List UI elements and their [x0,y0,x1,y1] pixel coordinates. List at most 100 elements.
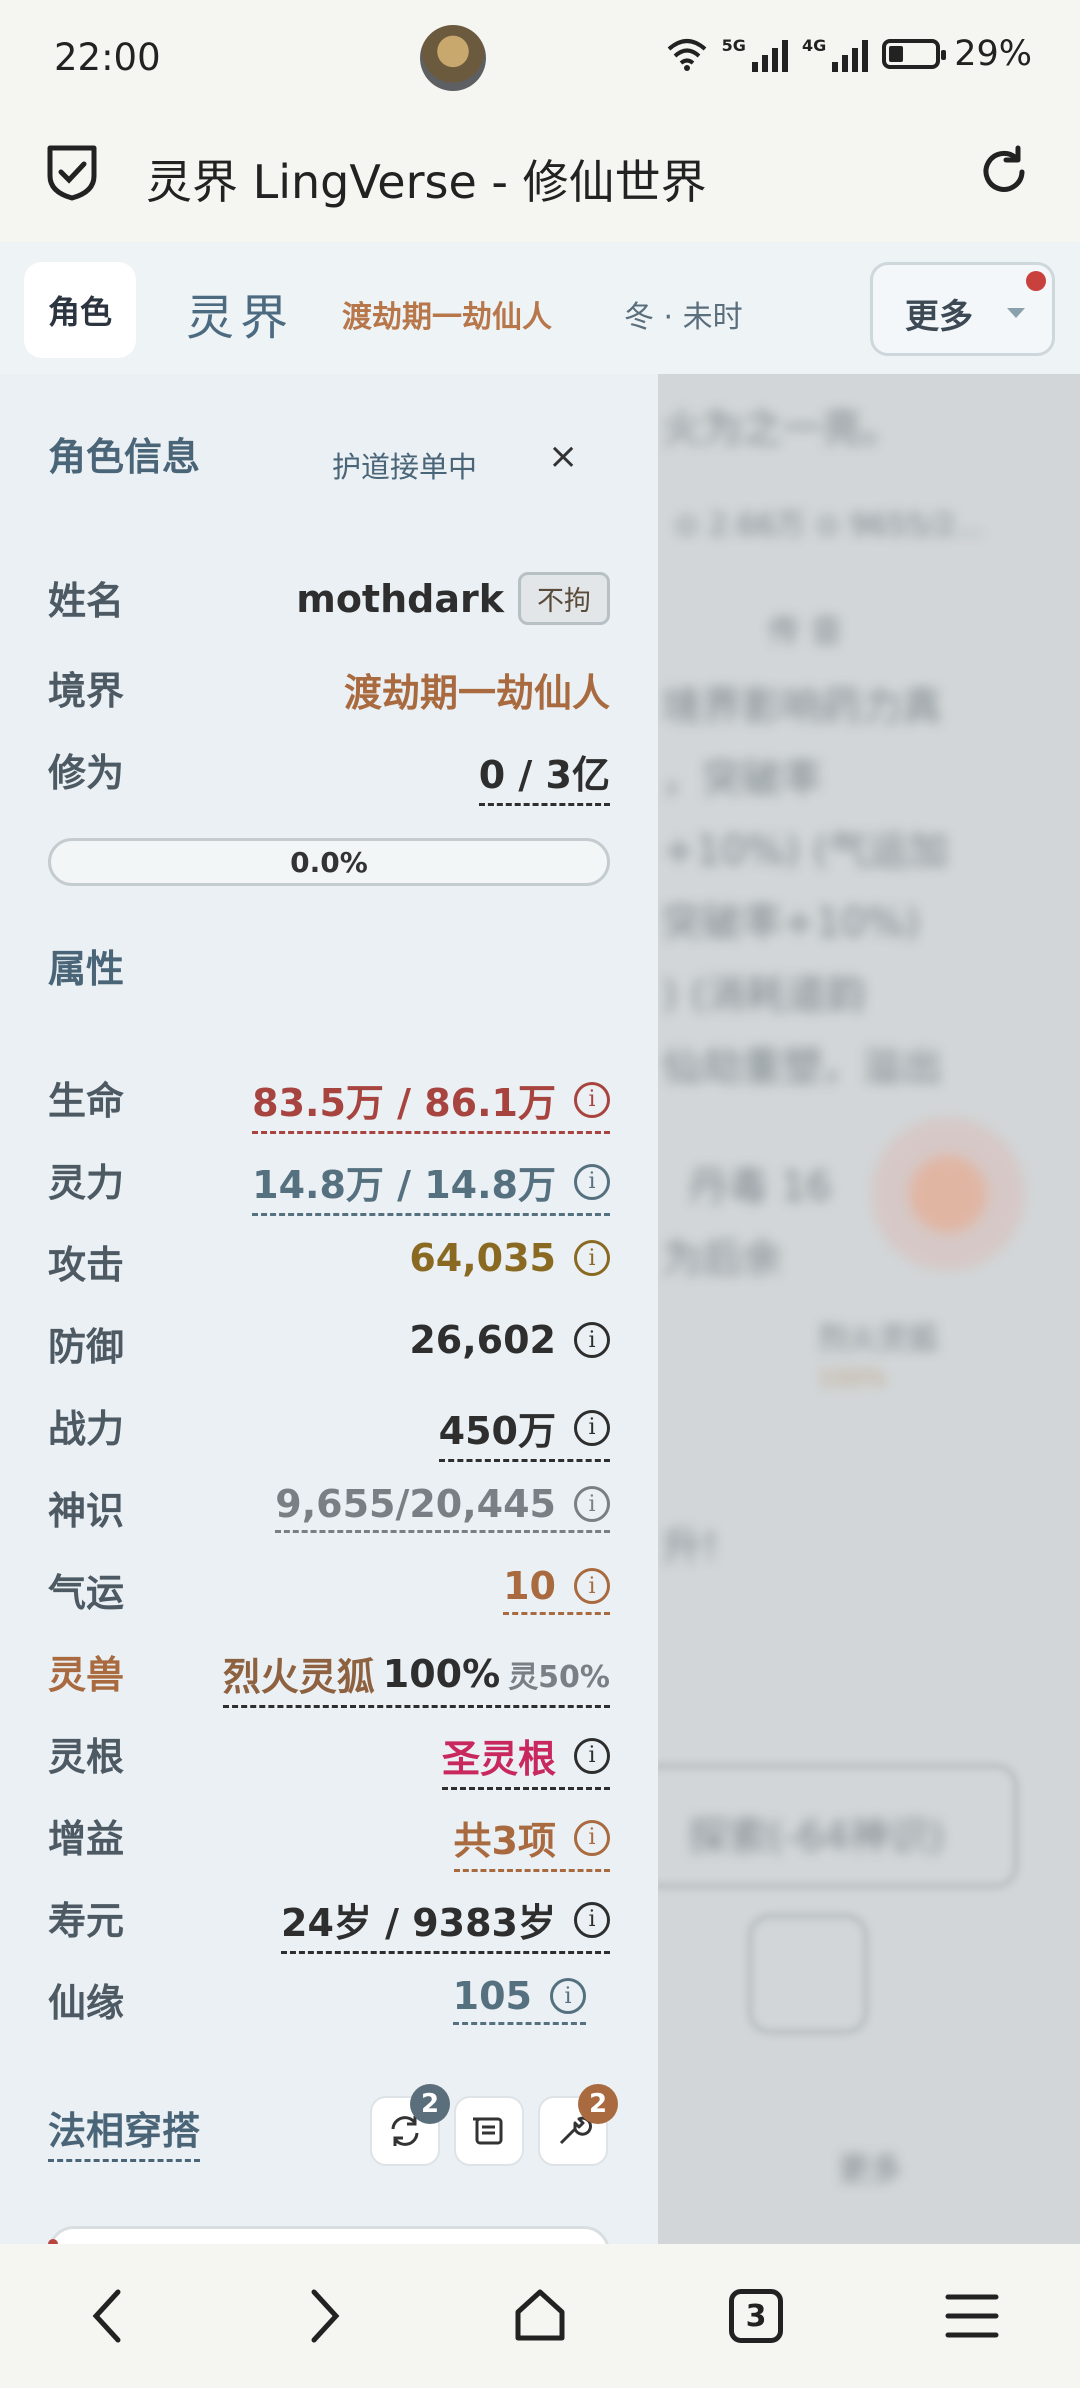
name-badge[interactable]: 不拘 [518,572,610,625]
root-value-link[interactable]: 圣灵根 i [441,1728,610,1790]
info-icon[interactable]: i [574,1737,610,1774]
info-icon[interactable]: i [550,1978,586,2014]
tab-role[interactable]: 角色 [24,262,136,358]
realm-value: 渡劫期一劫仙人 [343,671,610,715]
row-buff: 增益 共3项 i [48,1808,610,1872]
sense-label: 神识 [48,1489,125,1533]
more-button[interactable]: 更多 [870,262,1055,356]
faxiang-title[interactable]: 法相穿搭 [48,2100,201,2162]
back-button[interactable] [68,2276,148,2356]
page-title[interactable]: 灵界 LingVerse - 修仙世界 [146,146,707,212]
pet-label: 灵兽 [48,1653,125,1697]
bg-text: 为后余 [662,1236,782,1282]
info-icon[interactable]: i [574,1163,610,1200]
name-label: 姓名 [48,579,125,623]
pet-extra: 灵50% [508,1659,610,1695]
status-icons: 5G 4G 29% [666,34,1032,74]
life-label: 寿元 [48,1899,125,1943]
reload-icon[interactable] [974,142,1034,202]
row-name: 姓名 mothdark 不拘 [48,570,610,630]
life-value-link[interactable]: 24岁 / 9383岁 i [281,1892,610,1954]
row-realm: 境界 渡劫期一劫仙人 [48,660,610,720]
tabs-button[interactable]: 3 [716,2276,796,2356]
wifi-icon [667,39,706,71]
info-icon[interactable]: i [574,1409,610,1446]
bg-text: +10%) (气运加 [662,828,949,874]
signal1-label: 5G [721,36,746,55]
bg-text: 升! [662,1524,719,1570]
nav-realm: 渡劫期一劫仙人 [342,300,552,335]
bg-text: ，突破率 [662,756,822,802]
home-icon [515,2289,565,2341]
shield-check-icon[interactable] [44,142,100,202]
progress-text: 0.0% [290,845,368,879]
luck-value: 10 [503,1564,556,1608]
swap-button[interactable]: 2 [370,2084,450,2166]
sense-value-link[interactable]: 9,655/20,445 i [275,1482,610,1533]
cultivation-value[interactable]: 0 / 3亿 [478,744,610,806]
buff-value-link[interactable]: 共3项 i [453,1810,610,1872]
buff-label: 增益 [48,1817,125,1861]
row-atk: 攻击 64,035 i [48,1234,610,1294]
hamburger-menu-icon [945,2294,999,2338]
mp-value-link[interactable]: 14.8万 / 14.8万 i [252,1154,610,1216]
hp-value-link[interactable]: 83.5万 / 86.1万 i [252,1072,610,1134]
def-label: 防御 [48,1325,125,1369]
pet-image-icon [858,1104,1038,1284]
power-value-link[interactable]: 450万 i [438,1400,610,1462]
info-icon[interactable]: i [574,1819,610,1856]
row-life: 寿元 24岁 / 9383岁 i [48,1890,610,1954]
bg-text: 传 音 [768,612,843,650]
bg-text: 火为之一亮。 [662,406,902,452]
life-value: 24岁 / 9383岁 [281,1901,556,1945]
row-power: 战力 450万 i [48,1398,610,1462]
power-value: 450万 [438,1409,556,1453]
info-icon[interactable]: i [574,1240,610,1276]
info-icon[interactable]: i [574,1486,610,1522]
browser-bottom-nav: 3 [0,2244,1080,2388]
root-label: 灵根 [48,1735,125,1779]
pet-name: 烈火灵狐 [222,1655,375,1699]
mp-value: 14.8万 / 14.8万 [252,1163,556,1207]
info-icon[interactable]: i [574,1081,610,1118]
close-button[interactable]: × [548,436,578,477]
row-luck: 气运 10 i [48,1562,610,1622]
app-top-nav: 角色 灵界 渡劫期一劫仙人 冬 · 未时 更多 [0,242,1080,374]
bg-text: 境界影响药力真 [662,684,942,730]
character-panel: 角色信息 护道接单中 × 姓名 mothdark 不拘 境界 渡劫期一劫仙人 修… [0,374,658,2244]
info-icon[interactable]: i [574,1901,610,1938]
pet-value-link[interactable]: 烈火灵狐 100% 灵50% [222,1646,610,1708]
forward-button[interactable] [284,2276,364,2356]
row-cultivation: 修为 0 / 3亿 [48,742,610,806]
row-root: 灵根 圣灵根 i [48,1726,610,1790]
scroll-button[interactable] [454,2096,524,2166]
scroll-icon [473,2117,503,2145]
tools-count: 2 [578,2084,618,2124]
info-icon[interactable]: i [574,1568,610,1604]
battery-icon [882,39,947,69]
row-def: 防御 26,602 i [48,1316,610,1376]
bg-text: 仙劫重塑，溢出 [662,1044,942,1090]
menu-button[interactable] [932,2276,1012,2356]
cell-signal-4g-icon: 4G [801,36,869,72]
bg-icon-button [748,1914,868,2034]
info-icon[interactable]: i [574,1322,610,1358]
fate-value-link[interactable]: 105 i [452,1974,586,2025]
row-hp: 生命 83.5万 / 86.1万 i [48,1070,610,1134]
status-bar: 22:00 5G 4G 29% [0,0,1080,118]
attributes-title: 属性 [48,947,125,991]
signal2-label: 4G [801,36,827,55]
status-time: 22:00 [54,36,161,79]
buff-value: 共3项 [453,1819,556,1863]
hp-value: 83.5万 / 86.1万 [252,1081,556,1125]
def-value: 26,602 [409,1318,556,1362]
tools-button[interactable]: 2 [538,2084,618,2166]
chevron-right-icon [311,2289,340,2343]
luck-value-link[interactable]: 10 i [503,1564,610,1615]
row-fate: 仙缘 105 i [48,1972,610,2032]
escort-status[interactable]: 护道接单中 [332,444,477,486]
home-button[interactable] [500,2276,580,2356]
fate-value: 105 [452,1974,532,2018]
row-pet: 灵兽 烈火灵狐 100% 灵50% [48,1644,610,1708]
notification-dot [1026,271,1046,291]
